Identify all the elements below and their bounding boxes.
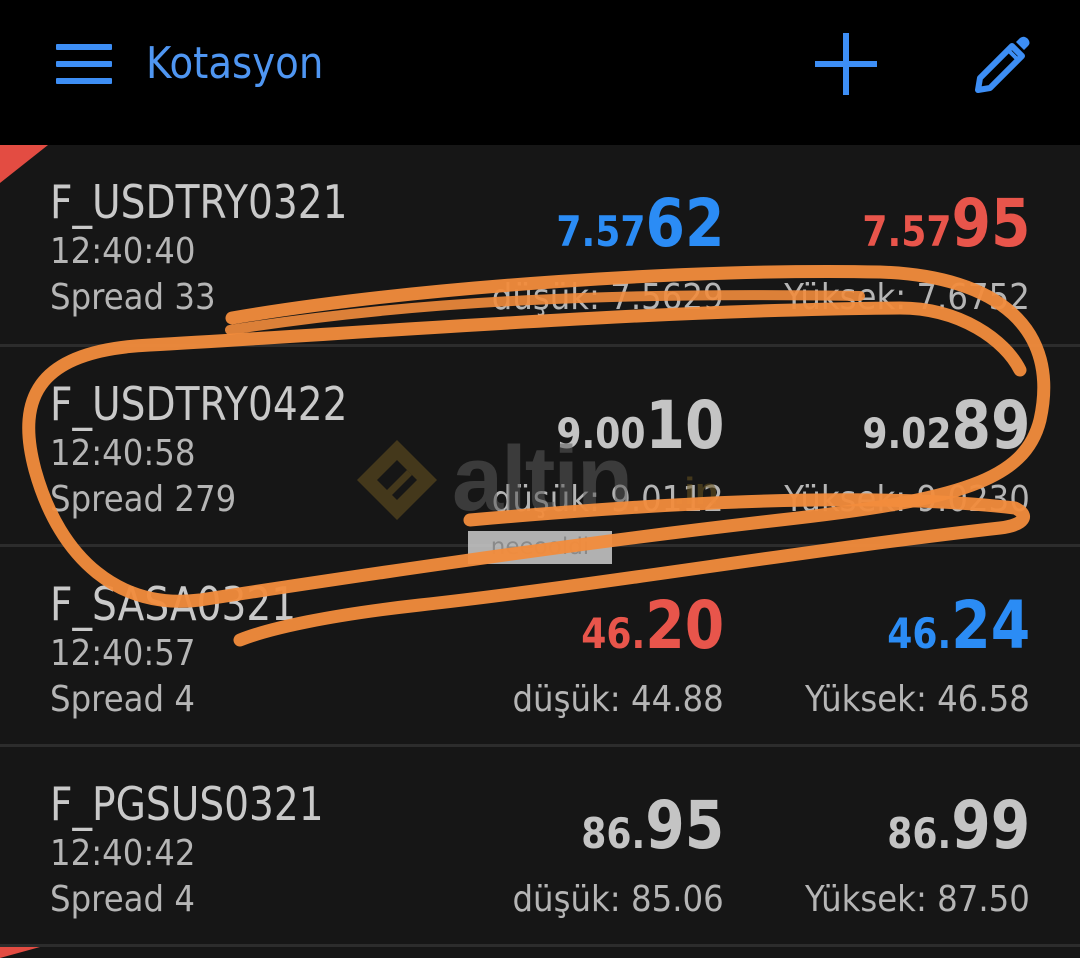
bid-price-prefix: 46.	[581, 609, 646, 658]
daily-high: Yüksek: 7.6752	[784, 277, 1030, 318]
row-corner-flag	[0, 947, 40, 958]
bid-price: 7.5762	[556, 185, 724, 262]
quote-symbol: F_SASA0321	[50, 577, 297, 631]
hamburger-menu-icon[interactable]	[56, 44, 112, 84]
quote-symbol: F_USDTRY0321	[50, 175, 348, 229]
next-row-peek	[0, 947, 1080, 958]
ask-price-pips: 95	[951, 185, 1030, 262]
ask-price-pips: 89	[951, 387, 1030, 464]
bid-price-pips: 20	[645, 587, 724, 664]
bid-price-prefix: 86.	[581, 809, 646, 858]
selected-corner-flag	[0, 145, 48, 183]
pencil-icon[interactable]	[972, 34, 1032, 94]
daily-high: Yüksek: 9.0230	[784, 479, 1030, 520]
quote-row[interactable]: F_PGSUS0321 12:40:42 Spread 4 86.95 86.9…	[0, 747, 1080, 947]
bid-price: 9.0010	[556, 387, 724, 464]
quote-time: 12:40:40	[50, 231, 196, 272]
bid-price-pips: 10	[645, 387, 724, 464]
quote-symbol: F_USDTRY0422	[50, 377, 348, 431]
ask-price: 9.0289	[862, 387, 1030, 464]
quote-spread: Spread 4	[50, 679, 196, 720]
quote-time: 12:40:42	[50, 833, 196, 874]
ask-price: 86.99	[887, 787, 1030, 864]
quote-spread: Spread 4	[50, 879, 196, 920]
daily-low: düşük: 9.0112	[492, 479, 724, 520]
daily-low: düşük: 7.5629	[492, 277, 724, 318]
quotes-screen: Kotasyon F_USDTRY0321 12:40:40 Spread 33…	[0, 0, 1080, 958]
ask-price-prefix: 86.	[887, 809, 952, 858]
quote-spread: Spread 33	[50, 277, 216, 318]
watermark-user-tag: neeooldi	[468, 531, 612, 564]
bid-price-prefix: 7.57	[555, 207, 646, 256]
quote-symbol: F_PGSUS0321	[50, 777, 324, 831]
ask-price: 7.5795	[862, 185, 1030, 262]
bid-price-pips: 62	[645, 185, 724, 262]
bid-price: 86.95	[581, 787, 724, 864]
bid-price: 46.20	[581, 587, 724, 664]
daily-low: düşük: 85.06	[512, 879, 724, 920]
bid-price-prefix: 9.00	[555, 409, 646, 458]
ask-price-pips: 24	[951, 587, 1030, 664]
ask-price: 46.24	[887, 587, 1030, 664]
daily-high: Yüksek: 46.58	[805, 679, 1030, 720]
quote-time: 12:40:57	[50, 633, 196, 674]
ask-price-prefix: 46.	[887, 609, 952, 658]
quote-row[interactable]: F_USDTRY0422 12:40:58 Spread 279 9.0010 …	[0, 347, 1080, 547]
top-toolbar: Kotasyon	[0, 0, 1080, 145]
daily-low: düşük: 44.88	[512, 679, 724, 720]
quote-time: 12:40:58	[50, 433, 196, 474]
bid-price-pips: 95	[645, 787, 724, 864]
page-title: Kotasyon	[146, 38, 324, 89]
daily-high: Yüksek: 87.50	[805, 879, 1030, 920]
quote-row[interactable]: F_USDTRY0321 12:40:40 Spread 33 7.5762 7…	[0, 145, 1080, 347]
quote-spread: Spread 279	[50, 479, 237, 520]
quote-row[interactable]: F_SASA0321 12:40:57 Spread 4 46.20 46.24…	[0, 547, 1080, 747]
ask-price-prefix: 9.02	[861, 409, 952, 458]
ask-price-prefix: 7.57	[861, 207, 952, 256]
ask-price-pips: 99	[951, 787, 1030, 864]
plus-icon[interactable]	[815, 33, 877, 95]
